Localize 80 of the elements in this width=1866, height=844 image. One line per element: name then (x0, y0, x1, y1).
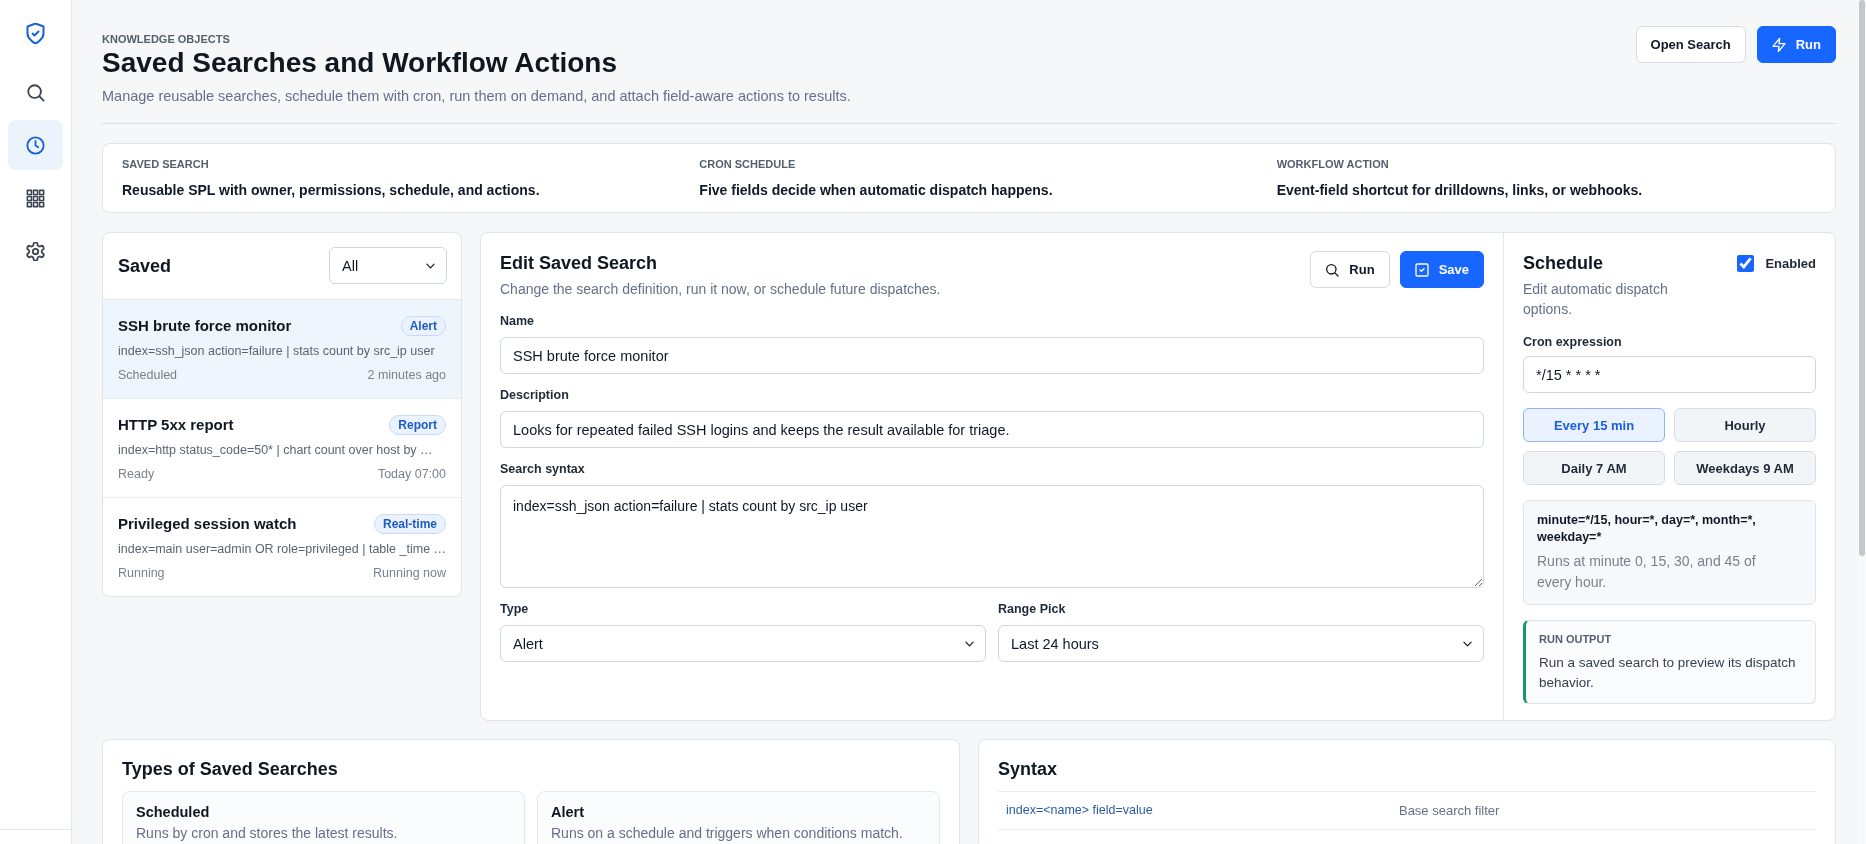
type-badge: Real-time (373, 514, 446, 534)
saved-search-item[interactable]: HTTP 5xx report Report index=http status_code=50* | chart count over host by … Ready Today 07:00 (103, 399, 461, 498)
page-subtitle: Manage reusable searches, schedule them with cron, run them on demand, and attach field-aware actions to results. (102, 87, 851, 106)
range-select[interactable]: Last 24 hours (998, 625, 1484, 662)
lightning-icon (1771, 37, 1786, 52)
chevron-down-icon (1463, 640, 1472, 647)
saved-search-item[interactable]: SSH brute force monitor Alert index=ssh_json action=failure | stats count by src_ip user Scheduled 2 minutes ago (103, 300, 461, 399)
cron-summary-text: Runs at minute 0, 15, 30, and 45 of every hour. (1537, 552, 1757, 592)
concept-label: SAVED SEARCH (122, 157, 210, 171)
preset-button[interactable]: Every 15 min (1523, 408, 1665, 442)
search-icon (26, 82, 45, 102)
query-text: index=ssh_json action=failure | stats count by src_ip user (118, 343, 436, 360)
query-text: index=http status_code=50* | chart count over host by … (118, 442, 434, 459)
concept-label: CRON SCHEDULE (699, 157, 797, 171)
card-title: Types of Saved Searches (122, 758, 339, 781)
field-label: Description (500, 387, 570, 404)
search-icon (1325, 262, 1340, 277)
field-label: Name (500, 313, 536, 330)
editor-subtitle: Change the search definition, run it now, or schedule future dispatches. (500, 280, 941, 299)
time-text: Running now (373, 565, 446, 582)
search-name: HTTP 5xx report (118, 415, 234, 435)
field-label: Range Pick (998, 601, 1067, 618)
run-output-text: Run a saved search to preview its dispatch behavior. (1539, 654, 1797, 692)
status-text: Scheduled (118, 367, 178, 384)
panel-title: Saved (118, 254, 172, 278)
concept-label: WORKFLOW ACTION (1276, 157, 1390, 171)
type-badge: Report (389, 415, 446, 435)
checkbox-icon (1414, 262, 1429, 277)
type-name: Alert (551, 803, 586, 822)
save-button[interactable]: Save (1399, 251, 1484, 288)
search-syntax-input[interactable]: index=ssh_json action=failure | stats count by src_ip user (500, 485, 1484, 588)
status-text: Running (118, 565, 165, 582)
concept-text: Event-field shortcut for drilldowns, links, or webhooks. (1276, 181, 1644, 200)
run-button[interactable]: Run (1310, 251, 1390, 288)
cron-input[interactable]: */15 * * * * (1523, 356, 1816, 393)
filter-select[interactable]: All (329, 247, 447, 284)
search-name: SSH brute force monitor (118, 316, 292, 336)
field-label: Cron expression (1523, 334, 1623, 351)
concept-text: Five fields decide when automatic dispatch happens. (699, 181, 1054, 200)
run-button[interactable]: Run (1756, 26, 1836, 63)
chevron-down-icon (426, 262, 435, 269)
shield-check-icon (25, 23, 46, 44)
editor-title: Edit Saved Search (500, 252, 659, 275)
time-text: Today 07:00 (377, 466, 446, 483)
type-description: Runs by cron and stores the latest results. (136, 825, 399, 842)
type-name: Scheduled (136, 803, 211, 822)
field-label: Search syntax (500, 461, 586, 478)
run-output-label: RUN OUTPUT (1539, 632, 1613, 647)
grid-icon (26, 188, 45, 208)
time-text: 2 minutes ago (367, 367, 446, 384)
preset-button[interactable]: Daily 7 AM (1523, 451, 1665, 485)
status-text: Ready (118, 466, 155, 483)
query-text: index=main user=admin OR role=privileged | table _time … (118, 541, 446, 558)
type-badge: Alert (400, 316, 446, 336)
description-input[interactable]: Looks for repeated failed SSH logins and keeps the result available for triage. (500, 411, 1484, 448)
concept-text: Reusable SPL with owner, permissions, schedule, and actions. (122, 181, 541, 200)
saved-search-item[interactable]: Privileged session watch Real-time index=main user=admin OR role=privileged | table _time … Running Running now (103, 498, 461, 596)
enabled-checkbox[interactable] (1737, 255, 1755, 272)
schedule-title: Schedule (1523, 252, 1605, 275)
type-select[interactable]: Alert (500, 625, 986, 662)
enabled-label: Enabled (1765, 256, 1816, 271)
search-name: Privileged session watch (118, 514, 297, 534)
type-description: Runs on a schedule and triggers when conditions match. (551, 825, 904, 842)
page-title: Saved Searches and Workflow Actions (102, 46, 619, 80)
section-label: KNOWLEDGE OBJECTS (102, 32, 231, 46)
cron-fields-text: minute=*/15, hour=*, day=*, month=*, weekday=* (1537, 512, 1757, 546)
syntax-code: index=<name> field=value (1006, 802, 1154, 819)
open-search-button[interactable]: Open Search (1635, 26, 1746, 63)
settings-icon (26, 241, 45, 261)
preset-button[interactable]: Weekdays 9 AM (1674, 451, 1816, 485)
card-title: Syntax (998, 758, 1059, 781)
schedule-subtitle: Edit automatic dispatch options. (1523, 280, 1669, 319)
clock-nav-button[interactable] (8, 120, 63, 170)
syntax-description: Base search filter (1398, 802, 1501, 820)
field-label: Type (500, 601, 530, 618)
name-input[interactable]: SSH brute force monitor (500, 337, 1484, 374)
clock-icon (26, 135, 45, 155)
scrollbar-thumb[interactable] (1859, 0, 1865, 556)
preset-button[interactable]: Hourly (1674, 408, 1816, 442)
chevron-down-icon (965, 640, 974, 647)
